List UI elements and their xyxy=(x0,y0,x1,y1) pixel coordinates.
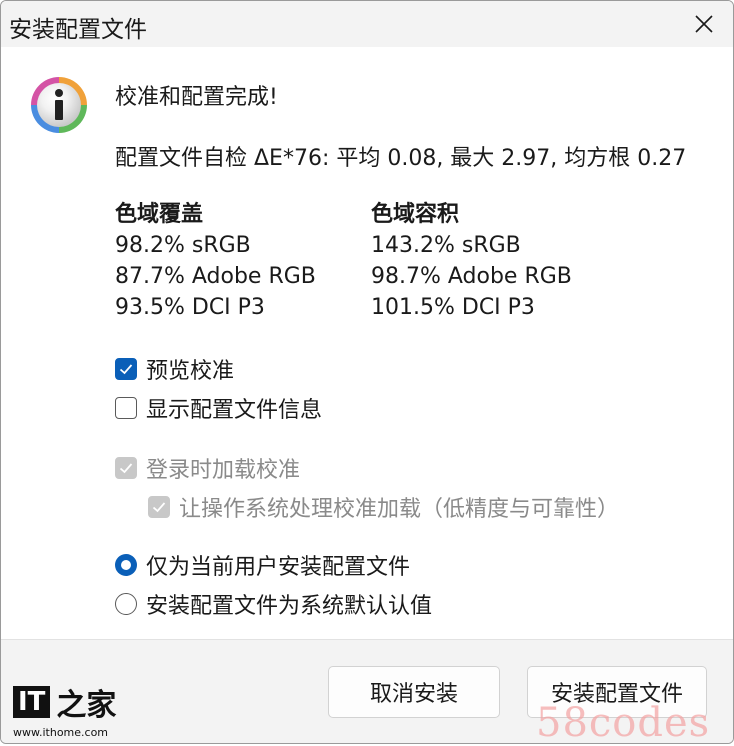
show-profile-info-checkbox[interactable]: 显示配置文件信息 xyxy=(115,392,322,424)
checkmark-icon xyxy=(152,502,166,513)
logo-zh-text: 之家 xyxy=(56,688,117,723)
watermark: 58codes xyxy=(536,700,711,746)
close-button[interactable] xyxy=(687,7,721,41)
delta-e-stats: 配置文件自检 ΔE*76: 平均 0.08, 最大 2.97, 均方根 0.27 xyxy=(115,146,687,171)
checkbox-disabled[interactable] xyxy=(115,457,137,479)
logo-mark: IT 之家 xyxy=(13,680,116,724)
checkbox-disabled[interactable] xyxy=(148,496,170,518)
cancel-install-button[interactable]: 取消安装 xyxy=(328,666,500,718)
os-handle-loading-label: 让操作系统处理校准加载（低精度与可靠性） xyxy=(179,497,620,522)
install-profile-dialog: 安装配置文件 校准和配置完成! 配置文件自检 ΔE*76: 平均 0.08, 最… xyxy=(0,0,734,744)
checkmark-icon xyxy=(119,463,133,474)
checkmark-icon xyxy=(119,364,133,375)
checkbox-unchecked[interactable] xyxy=(115,397,137,419)
gamut-coverage-title: 色域覆盖 xyxy=(115,202,204,227)
coverage-adobe-rgb: 87.7% Adobe RGB xyxy=(115,264,316,289)
gamut-volume: 色域容积 143.2% sRGB 98.7% Adobe RGB 101.5% … xyxy=(371,199,572,323)
install-current-user-label: 仅为当前用户安装配置文件 xyxy=(146,555,411,580)
close-icon xyxy=(695,15,713,33)
dialog-content: 校准和配置完成! 配置文件自检 ΔE*76: 平均 0.08, 最大 2.97,… xyxy=(1,47,733,639)
radio-unselected[interactable] xyxy=(115,593,137,615)
logo-url: www.ithome.com xyxy=(13,726,109,739)
radio-dot xyxy=(121,560,131,570)
coverage-srgb: 98.2% sRGB xyxy=(115,233,251,258)
show-profile-info-label: 显示配置文件信息 xyxy=(146,398,323,423)
install-system-default-label: 安装配置文件为系统默认认值 xyxy=(146,594,433,619)
coverage-dci-p3: 93.5% DCI P3 xyxy=(115,295,265,320)
logo-it-text: IT xyxy=(13,686,51,718)
preview-calibration-checkbox[interactable]: 预览校准 xyxy=(115,353,234,385)
window-title: 安装配置文件 xyxy=(9,17,147,43)
os-handle-loading-checkbox[interactable]: 让操作系统处理校准加载（低精度与可靠性） xyxy=(148,491,619,523)
volume-adobe-rgb: 98.7% Adobe RGB xyxy=(371,264,572,289)
load-on-login-checkbox[interactable]: 登录时加载校准 xyxy=(115,452,300,484)
volume-dci-p3: 101.5% DCI P3 xyxy=(371,295,535,320)
completion-heading: 校准和配置完成! xyxy=(115,85,278,110)
preview-calibration-label: 预览校准 xyxy=(146,359,235,384)
checkbox-checked[interactable] xyxy=(115,358,137,380)
radio-selected[interactable] xyxy=(115,554,137,576)
title-bar: 安装配置文件 xyxy=(1,1,733,47)
install-system-default-radio[interactable]: 安装配置文件为系统默认认值 xyxy=(115,588,432,620)
gamut-volume-title: 色域容积 xyxy=(371,202,460,227)
load-on-login-label: 登录时加载校准 xyxy=(146,458,301,483)
gamut-coverage: 色域覆盖 98.2% sRGB 87.7% Adobe RGB 93.5% DC… xyxy=(115,199,316,323)
ithome-logo: IT 之家 www.ithome.com xyxy=(13,680,116,739)
info-icon xyxy=(31,77,87,133)
install-current-user-radio[interactable]: 仅为当前用户安装配置文件 xyxy=(115,549,410,581)
volume-srgb: 143.2% sRGB xyxy=(371,233,521,258)
